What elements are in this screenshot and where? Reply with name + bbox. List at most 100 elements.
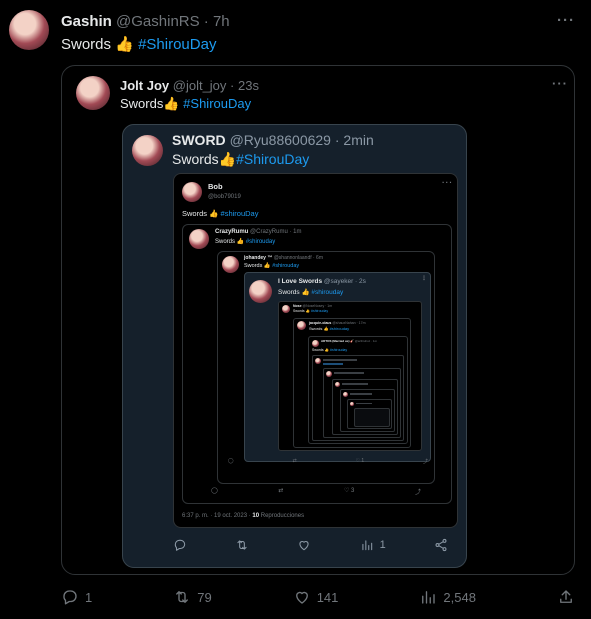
- embedded-tweet-bob[interactable]: Bob @bob79019 ··· Swords 👍 #shirouDay Cr…: [173, 173, 458, 528]
- avatar-johandey[interactable]: [222, 256, 239, 273]
- hashtag-link[interactable]: #shirouday: [330, 348, 347, 352]
- avatar-gashin[interactable]: [9, 10, 49, 50]
- avatar-nested-4: [343, 392, 348, 397]
- author-name[interactable]: I Love Swords: [278, 278, 322, 285]
- reply-button[interactable]: [173, 538, 187, 552]
- author-name[interactable]: Nose: [293, 304, 302, 308]
- tweet-time[interactable]: · 23s: [230, 78, 259, 93]
- reply-icon[interactable]: ◯: [211, 487, 218, 496]
- hashtag-link[interactable]: #ShirouDay: [183, 96, 251, 111]
- reply-button[interactable]: 1: [61, 588, 92, 606]
- like-button[interactable]: [297, 538, 311, 552]
- tweet-time[interactable]: · 7h: [204, 13, 230, 30]
- author-name[interactable]: Gashin: [61, 13, 112, 30]
- author-handle[interactable]: @NoseNosey · 1m: [303, 304, 333, 308]
- like-icon[interactable]: ♡ 1: [355, 458, 364, 465]
- more-options-icon[interactable]: ···: [442, 178, 453, 187]
- retweet-icon[interactable]: ⇄: [292, 458, 296, 465]
- author-name[interactable]: ARTOS (Married us) 🎸: [321, 339, 354, 343]
- avatar-sword[interactable]: [132, 135, 163, 166]
- quote-header: I Love Swords @sayeker · 2s: [278, 278, 366, 285]
- hashtag-link[interactable]: #shirouday: [330, 326, 350, 331]
- quote-text: Swords👍#ShirouDay: [172, 151, 309, 168]
- hashtag-link[interactable]: #ShirouDay: [236, 151, 309, 167]
- author-name[interactable]: johandey ™: [244, 255, 272, 261]
- author-handle[interactable]: @shannonlaandf · 6m: [274, 255, 323, 261]
- embedded-tweet-nested-2[interactable]: [323, 368, 401, 438]
- like-icon[interactable]: ♡ 3: [344, 487, 354, 496]
- views-button[interactable]: 2,548: [419, 588, 476, 606]
- avatar-bob[interactable]: [182, 182, 202, 202]
- embedded-tweet-nested-1[interactable]: [312, 355, 404, 441]
- author-handle[interactable]: @jolt_joy: [173, 78, 227, 93]
- like-count: 141: [316, 589, 339, 605]
- embedded-tweet-nested-6[interactable]: [354, 408, 390, 427]
- like-button[interactable]: 141: [293, 588, 339, 606]
- more-options-icon[interactable]: ···: [552, 76, 568, 91]
- quote-header: johandey ™ @shannonlaandf · 6m: [244, 255, 323, 261]
- quote-header: ARTOS (Married us) 🎸 @arthiuhuz · 1m: [321, 339, 377, 343]
- embedded-tweet-artos[interactable]: ARTOS (Married us) 🎸 @arthiuhuz · 1m Swo…: [308, 336, 408, 444]
- tweet-text: Swords 👍 #ShirouDay: [61, 35, 216, 53]
- author-handle[interactable]: @arthiuhuz · 1m: [355, 339, 377, 343]
- author-handle[interactable]: @Ryu88600629: [230, 132, 331, 148]
- author-handle[interactable]: @CrazyRumu · 1m: [250, 229, 301, 235]
- share-icon[interactable]: ⤴: [423, 458, 428, 465]
- author-name[interactable]: Jolt Joy: [120, 78, 169, 93]
- retweet-icon[interactable]: ⇄: [278, 487, 283, 496]
- hashtag-link[interactable]: #shirouday: [246, 239, 275, 245]
- author-name[interactable]: jacquie-olaus: [309, 321, 331, 325]
- tweet-text-body: Swords: [172, 151, 219, 167]
- avatar-crazyrumu[interactable]: [189, 229, 209, 249]
- avatar-jolt-joy[interactable]: [76, 76, 110, 110]
- hashtag-link[interactable]: #shirouday: [311, 309, 328, 313]
- author-handle[interactable]: @sayeker · 2s: [324, 278, 366, 285]
- hashtag-link[interactable]: #ShirouDay: [138, 36, 216, 53]
- nested-line: [334, 372, 364, 374]
- quote-header: Nose @NoseNosey · 1m: [293, 304, 332, 308]
- author-handle[interactable]: @shauxNahan · 17m: [332, 321, 365, 325]
- thumbs-up-icon: 👍: [323, 326, 329, 331]
- avatar-jacquie[interactable]: [297, 321, 306, 330]
- embedded-tweet-i-love-swords[interactable]: I Love Swords @sayeker · 2s Swords 👍 #sh…: [244, 272, 431, 462]
- nested-line: [342, 383, 368, 385]
- hashtag-link[interactable]: #shirouDay: [221, 209, 259, 218]
- embedded-tweet-nested-5[interactable]: [347, 399, 392, 429]
- reply-icon[interactable]: ◯: [228, 458, 234, 465]
- quoted-tweet-jolt-joy[interactable]: Jolt Joy @jolt_joy · 23s ··· Swords 👍 #Sh…: [61, 65, 575, 575]
- thumbs-up-icon: 👍: [236, 239, 245, 245]
- embedded-tweet-jacquie[interactable]: jacquie-olaus @shauxNahan · 17m Swords 👍…: [293, 318, 411, 448]
- views-button[interactable]: 1: [360, 538, 386, 552]
- views-count: 2,548: [443, 589, 476, 605]
- author-name[interactable]: Bob: [208, 182, 241, 192]
- embedded-screenshot-sword[interactable]: SWORD @Ryu88600629 · 2min Swords👍#Shirou…: [122, 124, 467, 568]
- embedded-tweet-nested-3[interactable]: [332, 379, 398, 435]
- hashtag-link[interactable]: #shirouday: [272, 263, 299, 269]
- more-options-icon[interactable]: ⋮: [421, 275, 428, 282]
- share-icon[interactable]: ⤴: [415, 487, 421, 496]
- author-handle[interactable]: @GashinRS: [116, 13, 200, 30]
- embedded-tweet-nose[interactable]: Nose @NoseNosey · 1m Swords 👍 #shirouday: [278, 301, 422, 451]
- nested-line: [323, 363, 343, 365]
- author-name[interactable]: SWORD: [172, 132, 226, 148]
- embedded-tweet-nested-4[interactable]: [340, 389, 395, 432]
- tweet-time[interactable]: · 2min: [335, 132, 374, 148]
- share-button[interactable]: [557, 588, 575, 606]
- author-name[interactable]: CrazyRumu: [215, 229, 248, 235]
- embedded-tweet-crazyrumu[interactable]: CrazyRumu @CrazyRumu · 1m Swords 👍 #shir…: [182, 224, 452, 504]
- avatar-nose[interactable]: [282, 305, 290, 313]
- avatar-artos[interactable]: [312, 340, 319, 347]
- analytics-icon: [422, 591, 436, 604]
- retweet-button[interactable]: 79: [173, 588, 212, 606]
- retweet-button[interactable]: [235, 538, 249, 552]
- share-button[interactable]: [434, 538, 448, 552]
- tweet-text-body: Swords: [182, 209, 208, 218]
- author-handle[interactable]: @bob79019: [208, 192, 241, 202]
- main-action-bar: 1 79 141 2,548: [61, 588, 575, 606]
- avatar-i-love-swords[interactable]: [249, 280, 272, 303]
- quote-header: CrazyRumu @CrazyRumu · 1m: [215, 229, 301, 235]
- hashtag-link[interactable]: #shirouday: [311, 289, 343, 296]
- embedded-tweet-johandey[interactable]: johandey ™ @shannonlaandf · 6m Swords 👍 …: [217, 251, 435, 484]
- avatar-nested-5: [350, 402, 354, 406]
- more-options-icon[interactable]: ···: [557, 12, 575, 29]
